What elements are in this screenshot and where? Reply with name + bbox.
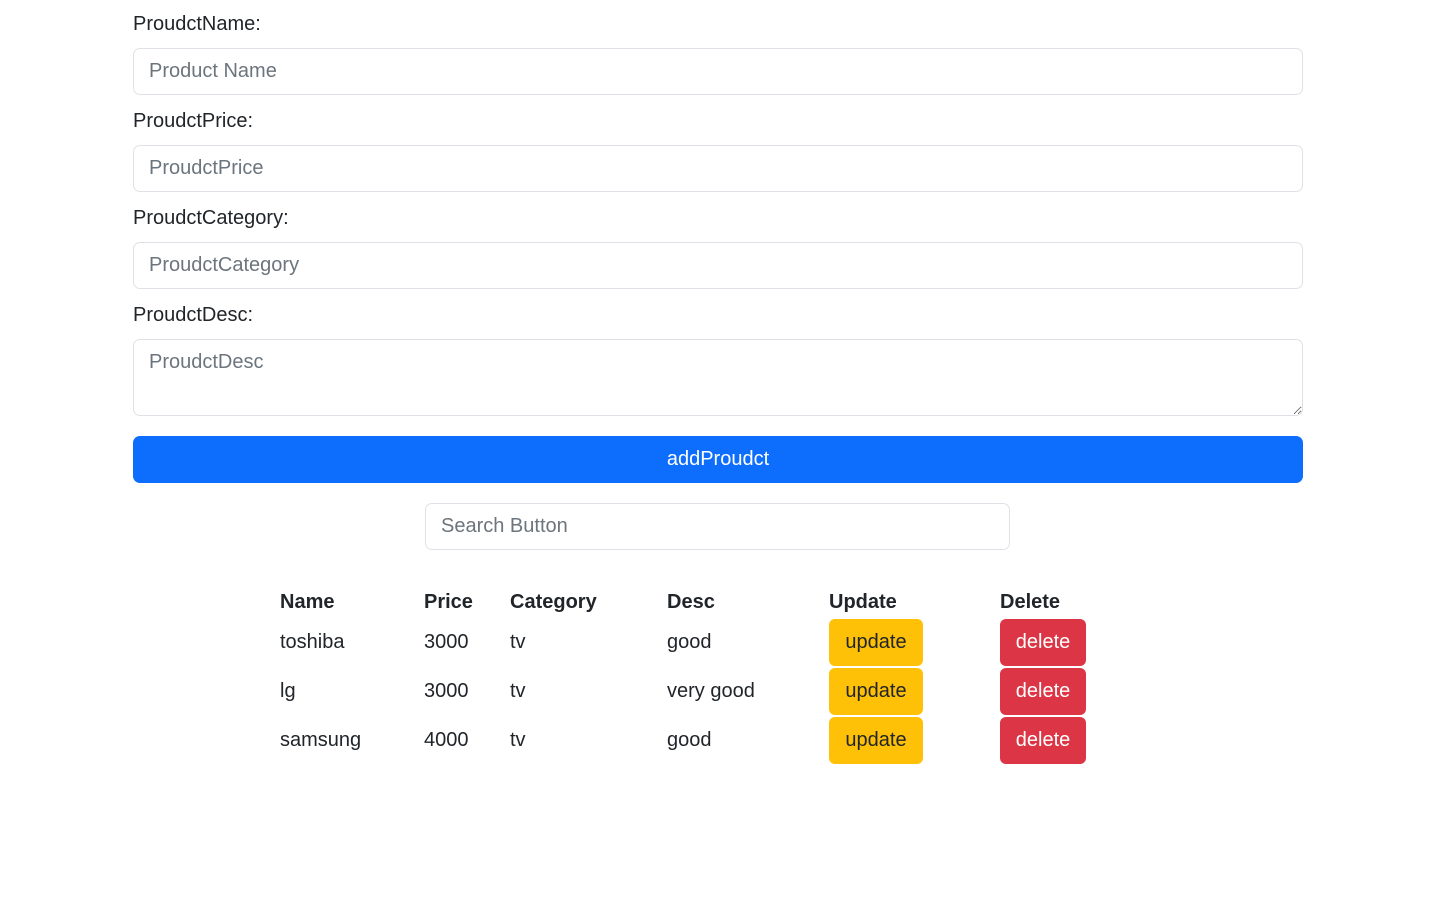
- cell-desc: very good: [667, 680, 755, 702]
- product-table: Name Price Category Desc Update Delete t…: [280, 580, 1090, 765]
- header-price: Price: [424, 591, 473, 613]
- delete-button[interactable]: delete: [1000, 717, 1086, 764]
- search-input[interactable]: [425, 503, 1010, 550]
- update-button[interactable]: update: [829, 717, 923, 764]
- cell-name: lg: [280, 680, 296, 702]
- cell-desc: good: [667, 631, 712, 653]
- header-category: Category: [510, 591, 597, 613]
- update-button[interactable]: update: [829, 619, 923, 666]
- cell-price: 3000: [424, 680, 469, 702]
- delete-button[interactable]: delete: [1000, 668, 1086, 715]
- header-update: Update: [829, 591, 897, 613]
- cell-delete: delete: [1000, 716, 1090, 765]
- table-row: samsung 4000 tv good update delete: [280, 716, 1090, 765]
- product-desc-textarea[interactable]: [133, 339, 1303, 416]
- delete-button[interactable]: delete: [1000, 619, 1086, 666]
- cell-category: tv: [510, 631, 526, 653]
- cell-delete: delete: [1000, 618, 1090, 667]
- cell-price: 3000: [424, 631, 469, 653]
- cell-desc: good: [667, 729, 712, 751]
- cell-price: 4000: [424, 729, 469, 751]
- product-name-label: ProudctName:: [133, 13, 261, 35]
- cell-category: tv: [510, 680, 526, 702]
- cell-update: update: [829, 618, 1000, 667]
- header-name: Name: [280, 591, 335, 613]
- product-price-input[interactable]: [133, 145, 1303, 192]
- product-name-input[interactable]: [133, 48, 1303, 95]
- add-product-button[interactable]: addProudct: [133, 436, 1303, 483]
- cell-update: update: [829, 716, 1000, 765]
- update-button[interactable]: update: [829, 668, 923, 715]
- table-header-row: Name Price Category Desc Update Delete: [280, 580, 1090, 618]
- cell-name: samsung: [280, 729, 362, 751]
- product-category-input[interactable]: [133, 242, 1303, 289]
- header-desc: Desc: [667, 591, 715, 613]
- product-category-label: ProudctCategory:: [133, 207, 289, 229]
- header-delete: Delete: [1000, 591, 1061, 613]
- table-row: toshiba 3000 tv good update delete: [280, 618, 1090, 667]
- table-row: lg 3000 tv very good update delete: [280, 667, 1090, 716]
- product-price-label: ProudctPrice:: [133, 110, 254, 132]
- cell-category: tv: [510, 729, 526, 751]
- product-desc-label: ProudctDesc:: [133, 304, 254, 326]
- cell-delete: delete: [1000, 667, 1090, 716]
- cell-update: update: [829, 667, 1000, 716]
- cell-name: toshiba: [280, 631, 345, 653]
